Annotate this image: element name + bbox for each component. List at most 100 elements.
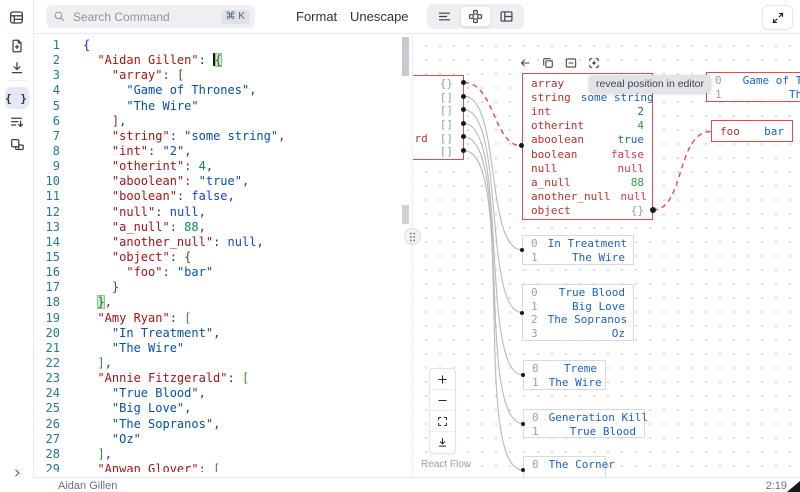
graph-node-list[interactable]: 0The Corner: [523, 456, 606, 477]
nodes-icon[interactable]: [5, 134, 29, 156]
connection-handle: [521, 373, 525, 377]
sidebar-divider: [5, 80, 28, 81]
line-number: 2: [33, 53, 60, 68]
code-line[interactable]: 2 "Aidan Gillen": {: [33, 53, 412, 68]
line-number: 13: [33, 220, 60, 235]
code-line[interactable]: 8 "int": "2",: [33, 144, 412, 159]
graph-node-list[interactable]: 0Generation Kill1True Blood: [523, 409, 645, 438]
fit-view-icon[interactable]: [430, 411, 455, 432]
left-sidebar: { }: [0, 0, 34, 492]
connection-handle: [461, 94, 466, 99]
code-line[interactable]: 24 "True Blood",: [33, 386, 412, 401]
collapse-node-icon[interactable]: [564, 56, 578, 70]
code-line[interactable]: 12 "null": null,: [33, 205, 412, 220]
graph-node-array-values[interactable]: 0Game of Thrones1The Wire: [706, 72, 800, 102]
node-row: int2: [523, 104, 652, 118]
app-logo-icon[interactable]: [5, 6, 29, 28]
code-line[interactable]: 20 "In Treatment",: [33, 326, 412, 341]
line-number: 15: [33, 250, 60, 265]
node-row: 0Generation Kill: [524, 411, 644, 425]
line-number: 19: [33, 311, 60, 326]
search-input[interactable]: [71, 9, 216, 25]
react-flow-attribution[interactable]: React Flow: [421, 459, 471, 470]
code-line[interactable]: 10 "aboolean": "true",: [33, 174, 412, 189]
node-row: []: [412, 91, 463, 105]
braces-icon[interactable]: { }: [5, 87, 29, 109]
graph-node-list[interactable]: 0True Blood1Big Love2The Sopranos3Oz: [522, 284, 634, 341]
graph-node-foo-object[interactable]: foobar: [711, 120, 793, 142]
line-number: 1: [33, 38, 60, 53]
view-mode-switcher: [427, 4, 524, 29]
code-line[interactable]: 4 "Game of Thrones",: [33, 83, 412, 98]
code-line[interactable]: 1{: [33, 38, 412, 53]
code-line[interactable]: 16 "foo": "bar": [33, 265, 412, 280]
code-line[interactable]: 3 "array": [: [33, 68, 412, 83]
table-view-icon[interactable]: [491, 6, 522, 27]
line-number: 22: [33, 356, 60, 371]
code-line[interactable]: 23 "Annie Fitzgerald": [: [33, 371, 412, 386]
zoom-in-icon[interactable]: [430, 369, 455, 390]
node-row: 0True Blood: [523, 286, 633, 300]
line-number: 12: [33, 205, 60, 220]
code-line[interactable]: 22 ],: [33, 356, 412, 371]
node-row: rd[]: [412, 131, 463, 145]
graph-canvas[interactable]: {}[][][]rd[][] arraystringsome stringint…: [412, 33, 800, 477]
node-row: a_null88: [523, 175, 652, 189]
code-line[interactable]: 18 },: [33, 295, 412, 310]
node-row: object{}: [523, 204, 652, 218]
graph-node-root[interactable]: {}[][][]rd[][]: [412, 75, 464, 160]
connection-handle: [650, 207, 656, 213]
search-command-bar[interactable]: ⌘ K: [46, 5, 255, 28]
code-line[interactable]: 15 "object": {: [33, 250, 412, 265]
selection-path: Aidan Gillen: [58, 480, 117, 492]
line-number: 14: [33, 235, 60, 250]
code-line[interactable]: 27 "Oz": [33, 432, 412, 447]
code-line[interactable]: 14 "another_null": null,: [33, 235, 412, 250]
code-line[interactable]: 6 ],: [33, 114, 412, 129]
code-line[interactable]: 29 "Anwan Glover": [: [33, 462, 412, 472]
line-number: 21: [33, 341, 60, 356]
expand-panel-chevron[interactable]: [11, 467, 23, 479]
line-number: 4: [33, 83, 60, 98]
node-toolbar: [518, 56, 601, 70]
connection-handle: [519, 143, 524, 148]
code-line[interactable]: 5 "The Wire": [33, 99, 412, 114]
graph-view-icon[interactable]: [460, 6, 491, 27]
download-icon[interactable]: [5, 57, 29, 79]
format-button[interactable]: Format: [296, 0, 337, 33]
fullscreen-expand-button[interactable]: [762, 5, 793, 30]
code-line[interactable]: 19 "Amy Ryan": [: [33, 311, 412, 326]
code-line[interactable]: 17 }: [33, 280, 412, 295]
panel-resize-handle[interactable]: [404, 228, 421, 245]
code-line[interactable]: 9 "otherint": 4,: [33, 159, 412, 174]
code-line[interactable]: 25 "Big Love",: [33, 401, 412, 416]
back-arrow-icon[interactable]: [518, 56, 532, 70]
code-line[interactable]: 28 ],: [33, 447, 412, 462]
connection-handle: [461, 107, 466, 112]
zoom-out-icon[interactable]: [430, 390, 455, 411]
graph-node-list[interactable]: 0Treme1The Wire: [523, 360, 606, 390]
line-number: 16: [33, 265, 60, 280]
json-code-editor[interactable]: 1{2 "Aidan Gillen": {3 "array": [4 "Game…: [33, 33, 412, 472]
code-line[interactable]: 13 "a_null": 88,: [33, 220, 412, 235]
code-line[interactable]: 26 "The Sopranos",: [33, 417, 412, 432]
text-view-icon[interactable]: [429, 6, 460, 27]
code-line[interactable]: 21 "The Wire": [33, 341, 412, 356]
new-document-icon[interactable]: [5, 35, 29, 57]
unescape-button[interactable]: Unescape: [350, 0, 409, 33]
graph-node-selected-object[interactable]: arraystringsome stringint2otherint4abool…: [522, 73, 653, 220]
zoom-controls: [429, 368, 456, 454]
code-line[interactable]: 7 "string": "some string",: [33, 129, 412, 144]
node-row: 1The Wire: [707, 88, 800, 102]
connection-handle: [521, 422, 525, 426]
node-row: 0Game of Thrones: [707, 74, 800, 88]
graph-node-list[interactable]: 0In Treatment1The Wire: [522, 235, 634, 265]
copy-icon[interactable]: [541, 56, 555, 70]
focus-node-icon[interactable]: [587, 56, 601, 70]
transform-icon[interactable]: [5, 111, 29, 133]
code-line[interactable]: 11 "boolean": false,: [33, 189, 412, 204]
node-row: {}: [412, 77, 463, 91]
editor-scrollbar-thumb[interactable]: [402, 37, 409, 76]
node-row: 1Big Love: [523, 300, 633, 314]
download-image-icon[interactable]: [430, 432, 455, 453]
